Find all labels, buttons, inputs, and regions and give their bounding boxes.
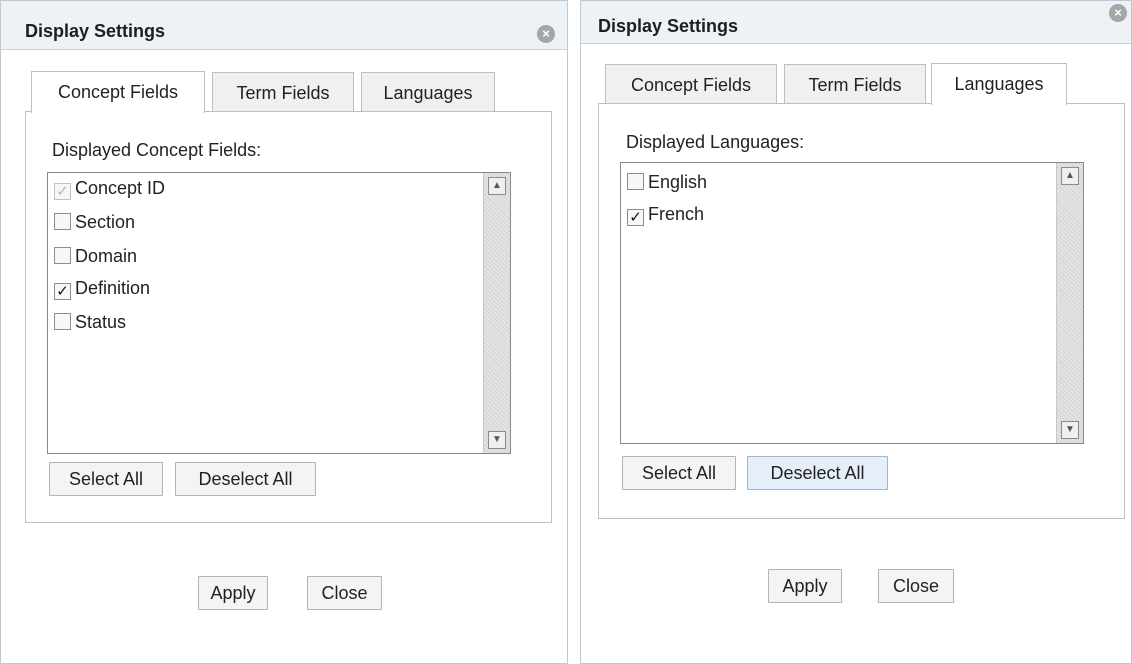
apply-button[interactable]: Apply: [768, 569, 842, 603]
tab-label: Concept Fields: [57, 82, 179, 102]
deselect-all-button[interactable]: Deselect All: [747, 456, 888, 490]
list-item[interactable]: ✓ French: [627, 201, 704, 227]
panel-label: Displayed Concept Fields:: [52, 140, 262, 160]
close-button[interactable]: Close: [878, 569, 954, 603]
tab-label: Term Fields: [236, 83, 330, 103]
checkbox-status[interactable]: [54, 313, 71, 330]
list-item-label: Concept ID: [75, 178, 166, 198]
list-item-label: Domain: [75, 246, 138, 266]
tab-concept-fields[interactable]: Concept Fields: [605, 64, 777, 104]
checkbox-section[interactable]: [54, 213, 71, 230]
tab-term-fields[interactable]: Term Fields: [784, 64, 926, 104]
tab-panel: Displayed Languages: English ✓ French ▲ ▼…: [598, 103, 1125, 519]
select-all-button[interactable]: Select All: [49, 462, 163, 496]
tab-languages[interactable]: Languages: [931, 63, 1067, 105]
tab-label: Languages: [954, 74, 1044, 94]
tab-term-fields[interactable]: Term Fields: [212, 72, 354, 112]
deselect-all-button[interactable]: Deselect All: [175, 462, 316, 496]
dialog-titlebar[interactable]: Display Settings ×: [581, 1, 1131, 44]
tab-label: Concept Fields: [630, 75, 752, 95]
checkbox-concept-id: ✓: [54, 183, 71, 200]
select-all-button[interactable]: Select All: [622, 456, 736, 490]
scroll-down-icon[interactable]: ▼: [488, 431, 506, 449]
dialog-title: Display Settings: [598, 16, 739, 36]
tab-label: Term Fields: [808, 75, 902, 95]
tab-label: Languages: [383, 83, 473, 103]
scroll-down-icon[interactable]: ▼: [1061, 421, 1079, 439]
list-item-label: Section: [75, 212, 136, 232]
list-item-label: Status: [75, 312, 127, 332]
list-item-label: Definition: [75, 278, 151, 298]
checkbox-french[interactable]: ✓: [627, 209, 644, 226]
list-item-label: English: [648, 172, 708, 192]
scroll-up-icon[interactable]: ▲: [1061, 167, 1079, 185]
tab-concept-fields[interactable]: Concept Fields: [31, 71, 205, 113]
list-item[interactable]: English: [627, 169, 707, 195]
tab-panel: Displayed Concept Fields: ✓ Concept ID Se…: [25, 111, 552, 523]
dialog-title: Display Settings: [25, 21, 166, 41]
checkbox-domain[interactable]: [54, 247, 71, 264]
close-icon[interactable]: ×: [537, 25, 555, 43]
concept-fields-listbox[interactable]: ✓ Concept ID Section Domain ✓ Definition S…: [47, 172, 511, 454]
panel-label: Displayed Languages:: [626, 132, 805, 152]
list-item[interactable]: Status: [54, 309, 126, 335]
tab-languages[interactable]: Languages: [361, 72, 495, 112]
checkbox-definition[interactable]: ✓: [54, 283, 71, 300]
scroll-up-icon[interactable]: ▲: [488, 177, 506, 195]
close-button[interactable]: Close: [307, 576, 382, 610]
vertical-scrollbar[interactable]: ▲ ▼: [1056, 163, 1083, 443]
apply-button[interactable]: Apply: [198, 576, 268, 610]
list-item-label: French: [648, 204, 705, 224]
languages-listbox[interactable]: English ✓ French ▲ ▼: [620, 162, 1084, 444]
display-settings-dialog-left: Display Settings × Concept Fields Term F…: [0, 0, 568, 664]
list-item[interactable]: Domain: [54, 243, 137, 269]
list-item[interactable]: ✓ Concept ID: [54, 175, 165, 201]
display-settings-dialog-right: Display Settings × Concept Fields Term F…: [580, 0, 1132, 664]
vertical-scrollbar[interactable]: ▲ ▼: [483, 173, 510, 453]
close-icon[interactable]: ×: [1109, 4, 1127, 22]
list-item[interactable]: Section: [54, 209, 135, 235]
checkbox-english[interactable]: [627, 173, 644, 190]
dialog-titlebar[interactable]: Display Settings ×: [1, 1, 567, 50]
list-item[interactable]: ✓ Definition: [54, 275, 150, 301]
